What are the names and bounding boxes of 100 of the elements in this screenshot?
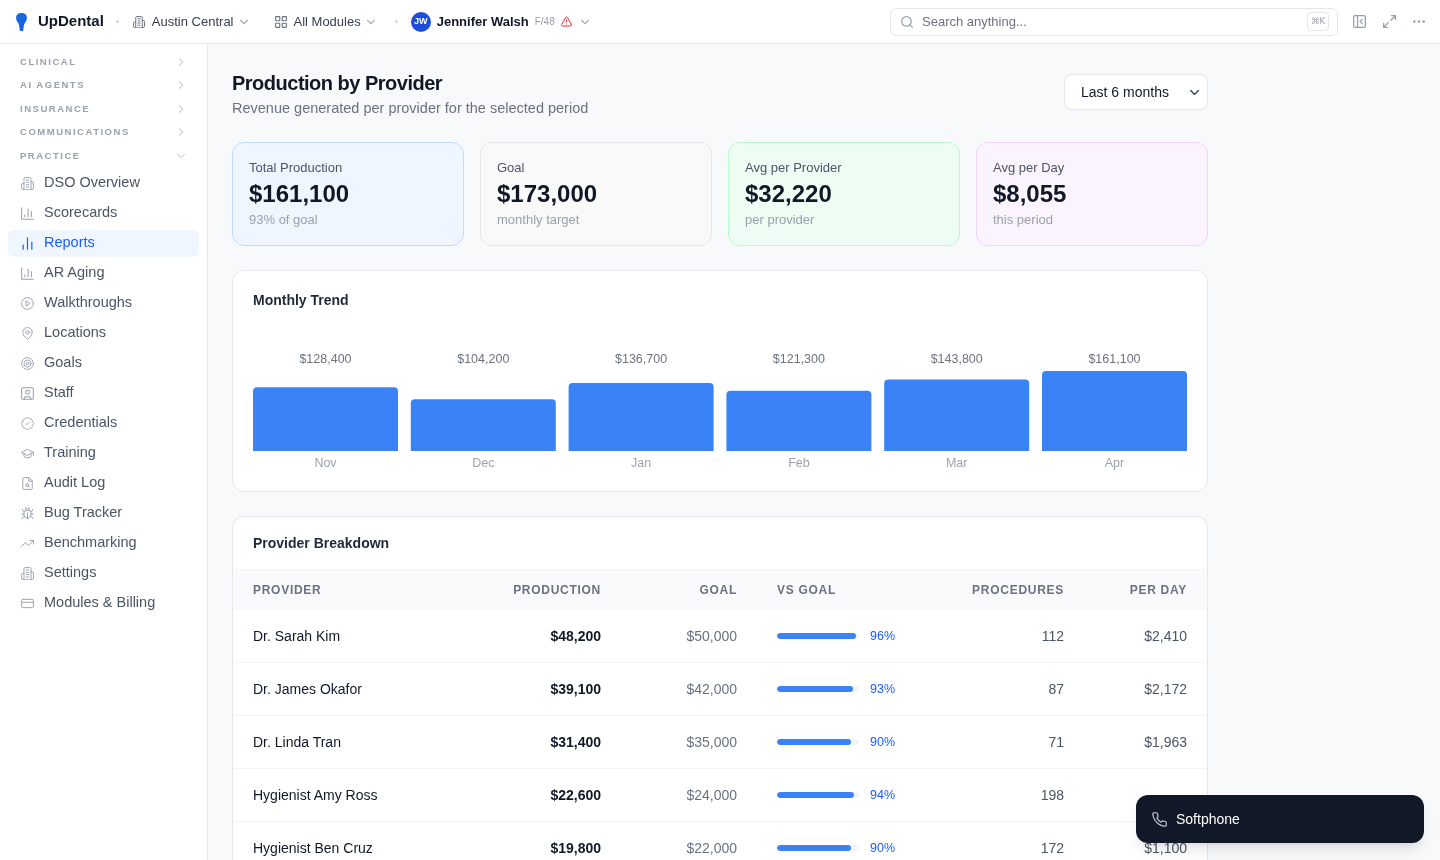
period-select[interactable]: Last 6 months [1064,74,1208,110]
building-icon [21,566,34,580]
bug-icon [21,506,34,520]
expand-icon[interactable] [1383,15,1396,28]
user-menu-button[interactable]: Jennifer Walsh [436,11,529,32]
page-title: Production by Provider [232,71,444,96]
stat-value: $173,000 [497,179,599,209]
bar-value-label: $143,800 [930,352,983,367]
brand-name: UpDental [38,11,104,32]
sidebar-item[interactable]: Staff [8,379,199,407]
month-label: Feb [788,456,810,471]
per-day-value: $2,410 [1144,629,1187,643]
per-day-value: $1,963 [1144,735,1187,749]
stat-note: 93% of goal [249,211,319,229]
stat-value: $161,100 [249,179,351,209]
month-label: Dec [472,456,495,471]
stat-label: Avg per Day [993,159,1066,177]
tooth-logo-icon [16,12,27,31]
chevron-down-icon[interactable] [580,17,589,26]
stat-note: per provider [745,211,816,229]
map-pin-icon [21,326,34,340]
chevron-down-icon [366,17,375,26]
bar-chart-icon [21,236,34,250]
provider-name: Hygienist Ben Cruz [253,838,374,858]
sidebar-item[interactable]: Locations [8,319,199,347]
production-value: $31,400 [549,732,601,752]
grid-icon [274,15,287,28]
percent-value: 96% [870,627,896,645]
sidebar-item[interactable]: Credentials [8,409,199,437]
provider-name: Dr. James Okafor [253,679,363,699]
bar-value-label: $128,400 [299,352,352,367]
more-icon[interactable] [1413,20,1425,23]
sidebar-item[interactable]: Modules & Billing [8,589,199,617]
month-label: Jan [631,456,652,471]
table-title: Provider Breakdown [253,534,391,553]
chevron-down-icon [1190,87,1199,97]
bar-value-label: $104,200 [457,352,510,367]
phone-icon [1152,811,1167,827]
stat-label: Goal [497,159,526,177]
location-selector[interactable]: Austin Central [132,11,248,32]
sidebar-item[interactable]: Walkthroughs [8,289,199,317]
column-header: GOAL [698,582,737,599]
sidebar-item[interactable]: Bug Tracker [8,499,199,527]
month-label: Nov [314,456,337,471]
chart-title: Monthly Trend [253,291,350,310]
stat-note: monthly target [497,211,581,229]
percent-value: 90% [870,839,896,857]
building-icon [132,15,145,28]
sidebar-item[interactable]: Settings [8,559,199,587]
stat-value: $32,220 [745,179,833,209]
chevron-down-icon [239,17,248,26]
column-header: PER DAY [1128,582,1187,599]
provider-name: Dr. Linda Tran [253,732,342,752]
column-header: PRODUCTION [512,582,601,599]
goal-value: $50,000 [685,626,737,646]
file-search-icon [21,476,34,490]
procedures-count: 112 [1040,626,1064,646]
goal-value: $35,000 [685,732,737,752]
bar-chart-icon [21,206,34,220]
page-subtitle: Revenue generated per provider for the selected period [232,99,589,118]
avatar: JW [410,11,431,32]
procedures-count: 172 [1039,838,1064,858]
stat-label: Avg per Provider [745,159,843,177]
sidebar-toggle-icon[interactable] [1353,15,1366,28]
stat-label: Total Production [249,159,344,177]
modules-selector[interactable]: All Modules [274,11,375,32]
percent-value: 90% [870,733,896,751]
play-circle-icon [21,296,34,310]
sidebar-item[interactable]: DSO Overview [8,169,199,197]
softphone-button[interactable]: Softphone [1136,795,1424,843]
user-tag: F/48 [534,14,555,29]
provider-name: Hygienist Amy Ross [253,785,379,805]
goal-value: $22,000 [685,838,737,858]
search-icon [901,15,913,28]
sidebar-item[interactable]: Reports [8,229,199,257]
sidebar-item[interactable]: Scorecards [8,199,199,227]
production-value: $39,100 [549,679,601,699]
provider-name: Dr. Sarah Kim [253,626,342,646]
production-value: $22,600 [549,785,601,805]
per-day-value: $2,172 [1144,682,1187,696]
bar-value-label: $161,100 [1088,352,1141,367]
sidebar-item[interactable]: Audit Log [8,469,199,497]
credit-card-icon [21,596,34,610]
sidebar-item[interactable]: Benchmarking [8,529,199,557]
procedures-count: 198 [1039,785,1064,805]
sidebar-item[interactable]: Training [8,439,199,467]
goal-value: $24,000 [685,785,737,805]
goal-value: $42,000 [685,679,737,699]
stat-value: $8,055 [993,179,1068,209]
building-icon [21,176,34,190]
month-label: Apr [1104,456,1125,471]
production-value: $48,200 [549,626,601,646]
production-value: $19,800 [549,838,601,858]
user-square-icon [21,386,34,400]
sidebar-item[interactable]: AR Aging [8,259,199,287]
stat-note: this period [993,211,1054,229]
bar-value-label: $136,700 [615,352,668,367]
per-day-value: $1,100 [1144,841,1187,855]
procedures-count: 87 [1047,679,1064,699]
sidebar-item[interactable]: Goals [8,349,199,377]
